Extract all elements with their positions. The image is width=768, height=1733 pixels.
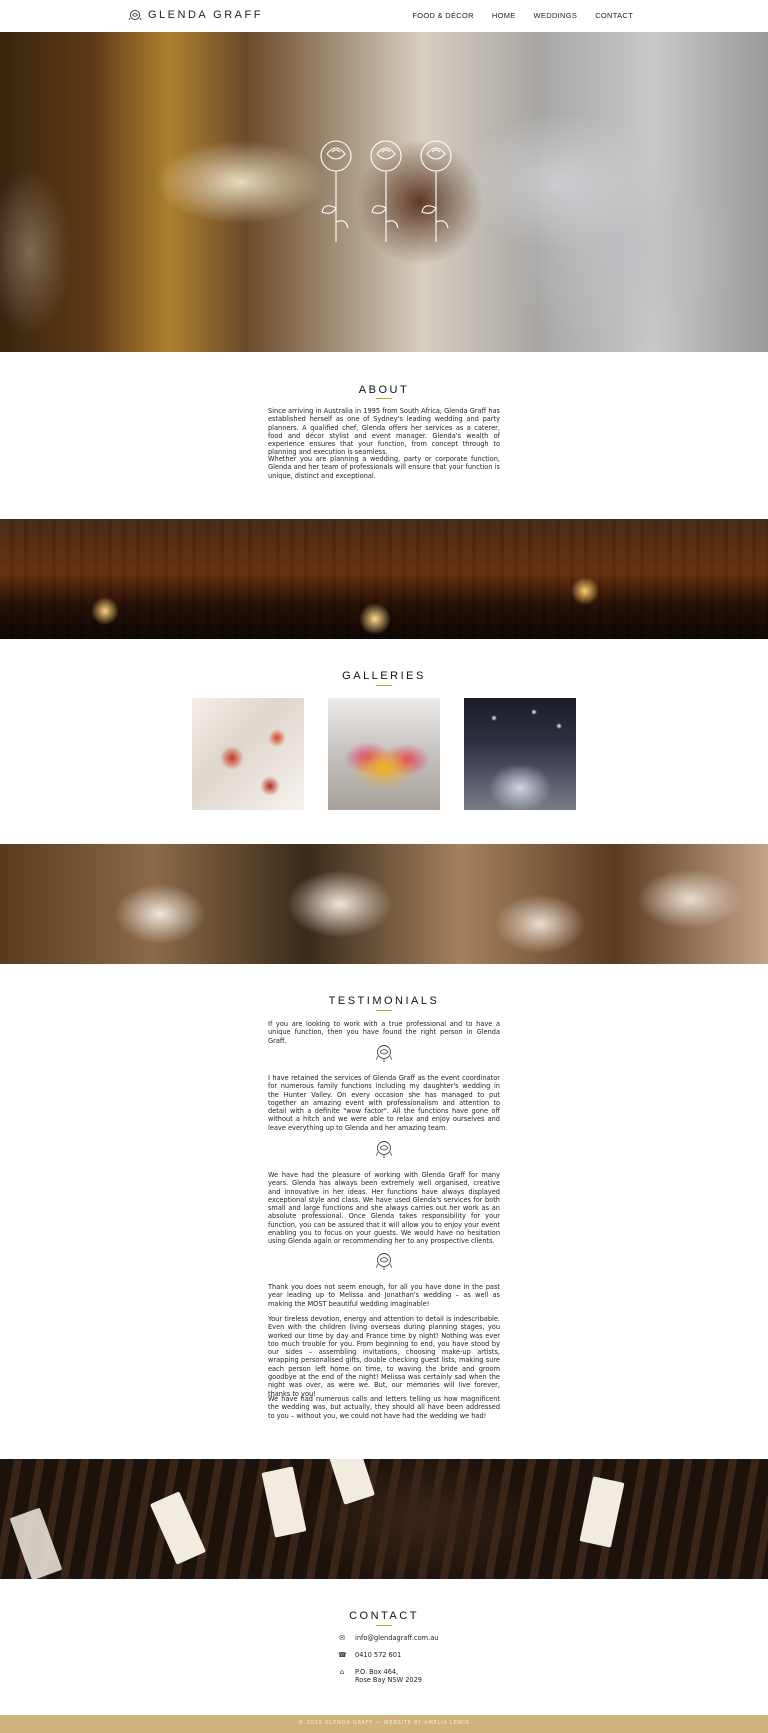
gallery-thumb-venue[interactable] — [464, 698, 576, 810]
contact-title: CONTACT — [349, 1610, 419, 1622]
main-nav: FOOD & DÉCOR HOME WEDDINGS CONTACT — [412, 11, 633, 20]
address-line-1: P.O. Box 464, — [355, 1668, 399, 1676]
place-card — [9, 1507, 63, 1579]
home-icon: ⌂ — [339, 1668, 345, 1676]
testimonial-3: We have had the pleasure of working with… — [268, 1171, 500, 1246]
rose-divider-icon — [375, 1253, 393, 1270]
testimonial-4-paragraph-3: We have had numerous calls and letters t… — [268, 1395, 500, 1420]
contact-email[interactable]: info@glendagraff.com.au — [355, 1634, 438, 1642]
galleries-title: GALLERIES — [342, 670, 426, 682]
testimonial-4-paragraph-2: Your tireless devotion, energy and atten… — [268, 1315, 500, 1398]
envelope-icon: ✉ — [339, 1634, 345, 1642]
banner-place-cards — [0, 1459, 768, 1579]
rose-divider-icon — [375, 1141, 393, 1158]
phone-icon: ☎ — [338, 1651, 347, 1659]
brand-name: GLENDA GRAFF — [148, 9, 263, 21]
testimonial-1: If you are looking to work with a true p… — [268, 1020, 500, 1045]
place-card — [329, 1459, 375, 1505]
logo[interactable]: GLENDA GRAFF — [128, 9, 263, 21]
testimonials-title-rule — [376, 1010, 392, 1011]
banner-reception — [0, 519, 768, 639]
site-header: GLENDA GRAFF FOOD & DÉCOR HOME WEDDINGS … — [0, 0, 768, 32]
about-title-rule — [376, 398, 392, 399]
rose-divider-icon — [375, 1045, 393, 1062]
footer-text: © 2015 GLENDA GRAFF — WEBSITE BY AMELIA … — [298, 1720, 470, 1726]
place-card — [261, 1466, 307, 1538]
gallery-thumb-flowers[interactable] — [328, 698, 440, 810]
about-paragraph-1: Since arriving in Australia in 1995 from… — [268, 407, 500, 457]
gallery-thumb-food[interactable] — [192, 698, 304, 810]
nav-contact[interactable]: CONTACT — [595, 11, 633, 20]
about-title: ABOUT — [358, 384, 410, 396]
contact-address-row: ⌂ P.O. Box 464, Rose Bay NSW 2029 — [338, 1668, 422, 1685]
testimonial-2: I have retained the services of Glenda G… — [268, 1074, 500, 1132]
roses-illustration — [320, 140, 452, 242]
galleries-title-rule — [376, 685, 392, 686]
nav-food-decor[interactable]: FOOD & DÉCOR — [412, 11, 474, 20]
about-paragraph-2: Whether you are planning a wedding, part… — [268, 455, 500, 480]
testimonials-title: TESTIMONIALS — [328, 995, 440, 1007]
rose-icon — [128, 9, 142, 21]
hero-banner — [0, 32, 768, 352]
site-footer: © 2015 GLENDA GRAFF — WEBSITE BY AMELIA … — [0, 1715, 768, 1733]
testimonial-4-paragraph-1: Thank you does not seem enough, for all … — [268, 1283, 500, 1308]
place-card — [149, 1491, 207, 1565]
contact-title-rule — [376, 1625, 392, 1626]
contact-address: P.O. Box 464, Rose Bay NSW 2029 — [355, 1668, 422, 1685]
nav-weddings[interactable]: WEDDINGS — [534, 11, 578, 20]
address-line-2: Rose Bay NSW 2029 — [355, 1676, 422, 1685]
contact-phone[interactable]: 0410 572 601 — [355, 1651, 401, 1659]
banner-oysters — [0, 844, 768, 964]
contact-phone-row: ☎ 0410 572 601 — [338, 1651, 401, 1659]
place-card — [579, 1476, 625, 1548]
nav-home[interactable]: HOME — [492, 11, 516, 20]
contact-email-row: ✉ info@glendagraff.com.au — [338, 1634, 438, 1642]
